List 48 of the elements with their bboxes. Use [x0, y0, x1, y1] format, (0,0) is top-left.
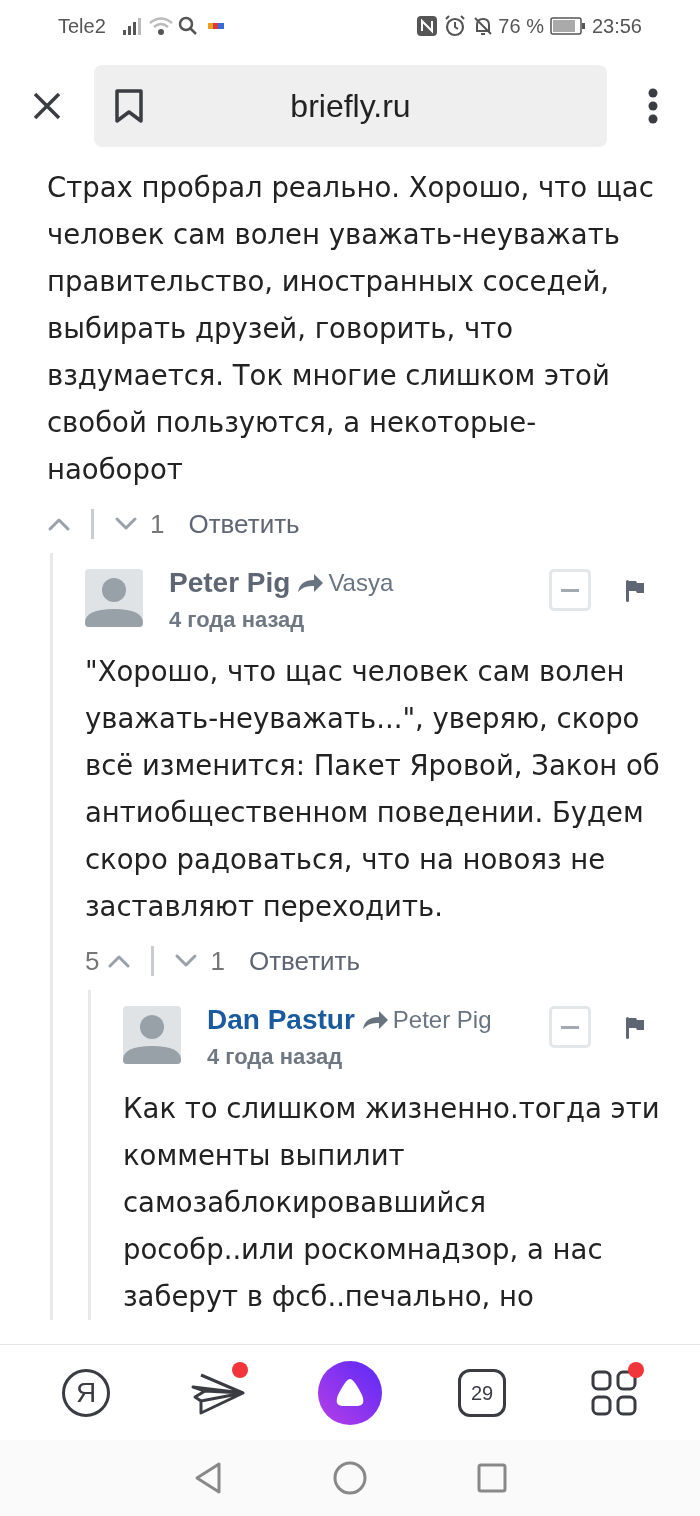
wifi-icon	[147, 16, 174, 36]
bookmark-icon[interactable]	[114, 88, 144, 124]
collapse-button[interactable]	[549, 1006, 591, 1048]
avatar-icon	[85, 569, 143, 627]
reply-link[interactable]: Ответить	[248, 941, 361, 981]
home-icon[interactable]	[333, 1461, 367, 1495]
signal-icon	[121, 16, 144, 36]
upvote-icon[interactable]	[107, 953, 132, 969]
author-name[interactable]: Dan Pastur	[207, 999, 355, 1041]
yandex-icon[interactable]: Я	[62, 1368, 110, 1417]
reply-arrow-icon	[296, 572, 325, 594]
back-icon[interactable]	[193, 1461, 223, 1495]
carrier-name: Tele2	[58, 14, 106, 39]
battery-percent: 76 %	[498, 14, 544, 39]
collapse-button[interactable]	[549, 569, 591, 611]
close-icon	[32, 91, 62, 121]
downvote-count: 1	[210, 944, 225, 978]
battery-icon	[549, 17, 586, 35]
comment-date: 4 года назад	[207, 1043, 344, 1071]
downvote-icon[interactable]	[114, 516, 138, 532]
url-text: briefly.ru	[289, 87, 412, 126]
alarm-icon	[444, 15, 467, 37]
tabs-button[interactable]: 29	[458, 1368, 506, 1417]
upvote-icon[interactable]	[47, 516, 71, 532]
flag-icon[interactable]	[625, 1016, 645, 1040]
comment-text: Как то слишком жизненно.тогда эти комменты выпилит самозаблокировавшийся рособр..или роскомнадзор, а нас заберут в фсб..печально, но	[123, 1091, 661, 1314]
address-bar[interactable]: briefly.ru	[94, 65, 607, 147]
downvote-icon[interactable]	[174, 953, 199, 969]
reply-to-name[interactable]: Peter Pig	[392, 1002, 492, 1038]
search-icon	[177, 16, 198, 36]
comment-text: "Хорошо, что щас человек сам волен уважать-неуважать...", уверяю, скоро всё изменится: Пакет Яровой, Закон об антиобщественном поведении. Будем скоро радоваться, что на новояз не заставляют переходить.	[85, 654, 661, 924]
comment-date: 4 года назад	[169, 606, 306, 634]
downvote-count: 1	[150, 507, 165, 541]
grid-icon[interactable]	[591, 1369, 637, 1416]
reply-to-name[interactable]: Vasya	[328, 565, 394, 601]
avatar-icon	[123, 1006, 181, 1064]
comment-text: Страх пробрал реально. Хорошо, что щас человек сам волен уважать-неуважать правительство, иностранных соседей, выбирать друзей, говорить, что вздумается. Ток многие слишком этой свобой пользуются, а некоторые-наоборот	[47, 170, 655, 487]
menu-icon[interactable]	[647, 88, 659, 124]
reply-link[interactable]: Ответить	[188, 504, 300, 544]
nfc-icon	[416, 15, 439, 37]
clock: 23:56	[591, 14, 642, 39]
reply-arrow-icon	[360, 1009, 389, 1031]
upvote-count: 5	[85, 944, 100, 978]
recents-icon[interactable]	[477, 1463, 507, 1493]
flag-icon[interactable]	[625, 579, 645, 603]
author-name[interactable]: Peter Pig	[169, 562, 291, 604]
assistant-icon[interactable]	[318, 1360, 382, 1425]
app-icon	[207, 22, 224, 30]
